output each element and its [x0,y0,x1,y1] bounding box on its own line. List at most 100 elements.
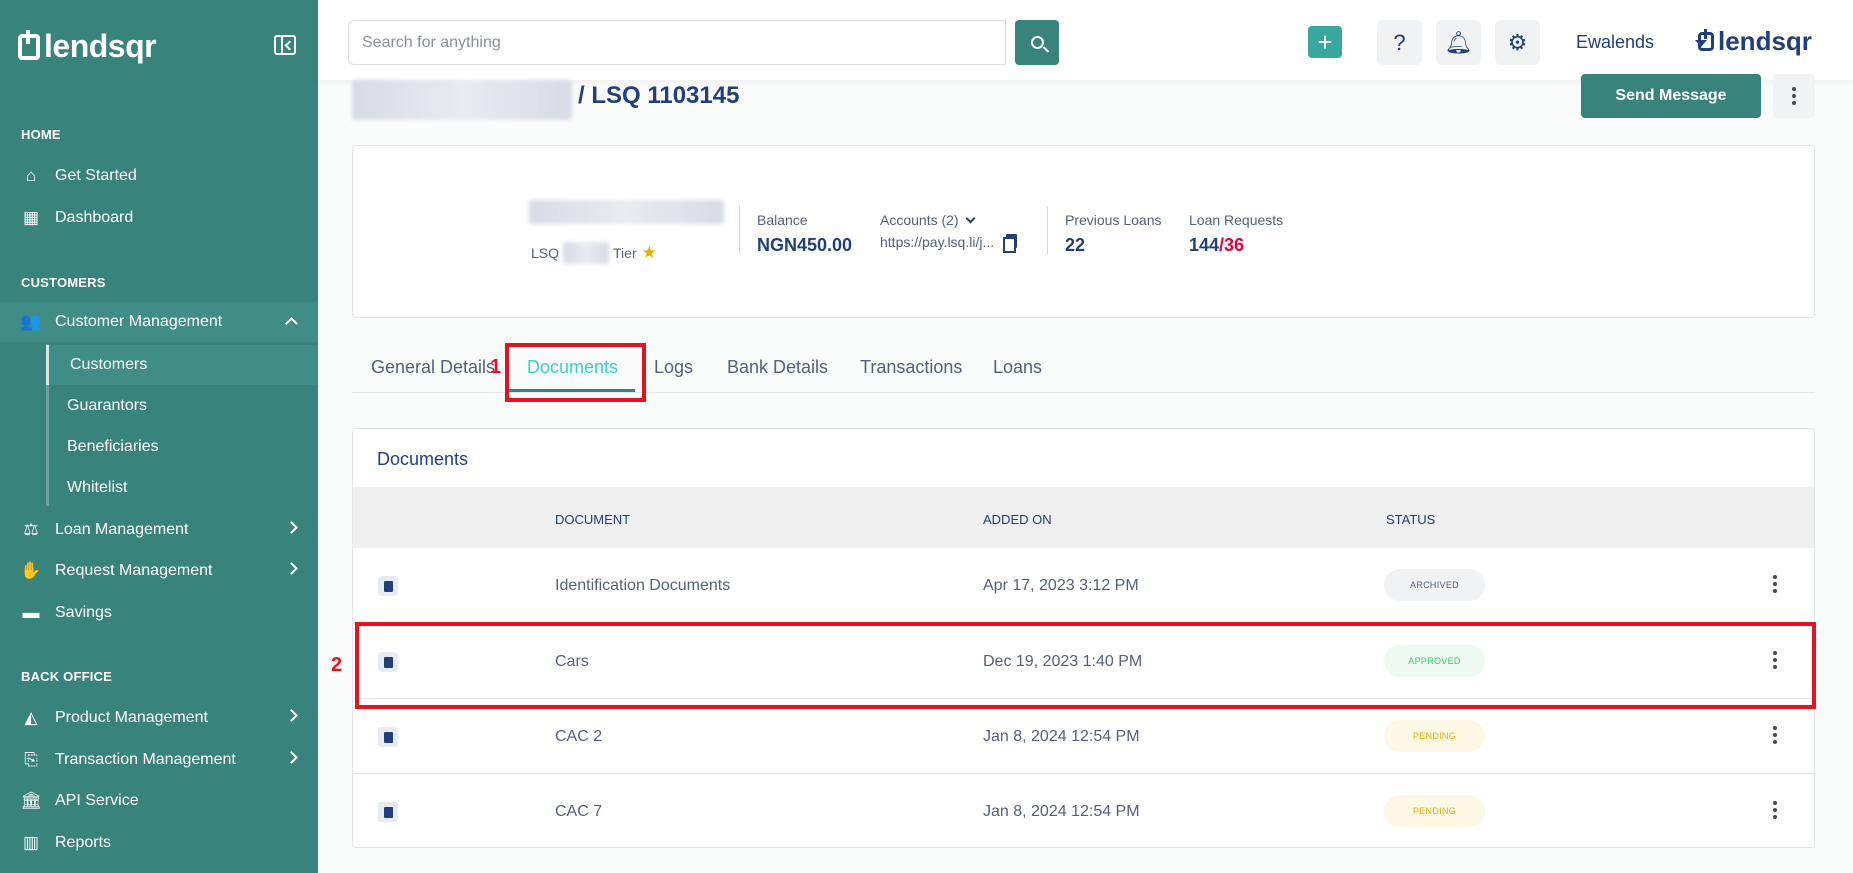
tab-general-details[interactable]: General Details [371,357,495,378]
accounts-dropdown[interactable]: Accounts (2) [880,212,976,228]
transaction-icon: ⎘ [24,750,38,769]
help-icon: ? [1393,29,1406,55]
profile-id-row: LSQ Tier ★ [531,242,657,264]
sidebar-item-label: Customer Management [55,313,223,330]
settings-button[interactable]: ⚙ [1495,20,1540,65]
brand-logo-mark-icon [1698,29,1714,51]
row-actions-kebab-icon[interactable] [1773,575,1777,593]
shapes-icon: ◭ [24,708,38,727]
customer-name-redacted [352,80,572,120]
document-name: CAC 2 [555,728,603,745]
tab-transactions[interactable]: Transactions [860,357,962,378]
copy-icon[interactable] [1003,234,1017,253]
balance-value: NGN450.00 [757,235,853,255]
chevron-up-icon [285,317,298,330]
sidebar-item-beneficiaries[interactable]: Beneficiaries [46,427,318,467]
briefcase-icon: ▬ [22,603,40,622]
document-icon [378,576,398,596]
tab-logs[interactable]: Logs [654,357,693,378]
sidebar-item-label: Transaction Management [55,751,236,768]
sidebar-item-label: Product Management [55,709,208,726]
loan-requests-value: 144/36 [1189,235,1244,256]
dashboard-icon: ▦ [22,208,40,227]
bell-icon: 🔔︎ [1444,29,1473,55]
tier-label: Tier [613,245,637,261]
sidebar-item-label: Request Management [55,562,213,579]
home-icon: ⌂ [25,166,37,185]
profile-name-redacted [529,200,724,224]
sidebar-item-label: Guarantors [67,397,148,414]
user-menu[interactable]: Ewalends [1576,32,1654,53]
notifications-button[interactable]: 🔔︎ [1436,20,1481,65]
kebab-icon [1792,87,1796,105]
tab-bank-details[interactable]: Bank Details [727,357,828,378]
lendsqr-logo[interactable]: lendsqr [18,28,157,65]
sidebar-item-transaction-management[interactable]: ⎘ Transaction Management [0,740,318,780]
sidebar-item-customer-management[interactable]: 👥 Customer Management [0,302,318,342]
reports-icon: ▥ [22,833,40,852]
gear-icon: ⚙ [1507,29,1528,55]
annotation-box-1 [505,343,646,402]
sidebar-item-label: Whitelist [67,479,128,496]
sidebar-item-api-service[interactable]: 🏛 API Service [0,781,318,821]
sidebar-item-customers[interactable]: Customers [46,345,318,385]
lsq-id-redacted [563,242,610,264]
tab-loans[interactable]: Loans [993,357,1042,378]
sidebar-item-product-management[interactable]: ◭ Product Management [0,698,318,738]
section-back-office: BACK OFFICE [21,669,113,684]
divider [739,206,740,254]
chevron-right-icon [285,709,298,722]
brand-logo-text: lendsqr [1718,26,1812,56]
document-added-on: Apr 17, 2023 3:12 PM [983,577,1139,594]
sidebar-item-guarantors[interactable]: Guarantors [46,386,318,426]
annotation-label-2: 2 [331,654,343,676]
table-row[interactable]: CAC 7 Jan 8, 2024 12:54 PM PENDING [353,774,1814,847]
divider [1047,206,1048,254]
send-message-button[interactable]: Send Message [1581,74,1761,118]
sidebar-item-label: Reports [55,834,112,851]
section-customers: CUSTOMERS [21,275,106,290]
document-added-on: Jan 8, 2024 12:54 PM [983,728,1140,745]
sidebar-item-whitelist[interactable]: Whitelist [46,468,318,508]
loan-icon: ⚖ [23,520,39,539]
sidebar-item-loan-management[interactable]: ⚖ Loan Management [0,510,318,550]
sidebar-item-dashboard[interactable]: ▦ Dashboard [0,198,318,238]
sidebar-item-label: Savings [55,604,112,621]
sidebar-item-reports[interactable]: ▥ Reports [0,823,318,863]
sidebar-item-get-started[interactable]: ⌂ Get Started [0,156,318,196]
chevron-down-icon [965,213,976,224]
previous-loans-value: 22 [1065,235,1086,255]
sidebar-item-label: API Service [55,792,139,809]
more-options-button[interactable] [1773,74,1815,118]
table-row[interactable]: CAC 2 Jan 8, 2024 12:54 PM PENDING [353,699,1814,774]
document-added-on: Jan 8, 2024 12:54 PM [983,803,1140,820]
sidebar-item-label: Dashboard [55,209,134,226]
plus-icon: + [1317,27,1333,57]
column-added-on: ADDED ON [983,512,1052,527]
annotation-label-1: 1 [490,356,502,378]
row-actions-kebab-icon[interactable] [1773,801,1777,819]
star-icon: ★ [641,243,657,262]
document-icon [378,802,398,822]
help-button[interactable]: ? [1377,20,1422,65]
table-row[interactable]: Identification Documents Apr 17, 2023 3:… [353,548,1814,623]
profile-summary-card: LSQ Tier ★ Balance NGN450.00 Accounts (2… [352,145,1815,318]
status-badge: PENDING [1384,720,1485,752]
column-status: STATUS [1386,512,1436,527]
search-button[interactable] [1015,20,1059,65]
sidebar-item-request-management[interactable]: ✋ Request Management [0,551,318,591]
sidebar: lendsqr HOME ⌂ Get Started ▦ Dashboard C… [0,0,318,873]
search-input[interactable] [348,20,1006,65]
collapse-sidebar-icon[interactable] [274,35,296,55]
chevron-right-icon [285,521,298,534]
add-button[interactable]: + [1308,26,1342,58]
request-icon: ✋ [20,561,42,580]
account-url: https://pay.lsq.li/j... [880,234,995,250]
sidebar-item-label: Get Started [55,167,137,184]
sidebar-item-savings[interactable]: ▬ Savings [0,593,318,633]
chevron-right-icon [285,751,298,764]
logo-text: lendsqr [44,28,157,64]
document-name: Identification Documents [555,577,731,594]
annotation-box-2 [355,622,1816,709]
row-actions-kebab-icon[interactable] [1773,726,1777,744]
